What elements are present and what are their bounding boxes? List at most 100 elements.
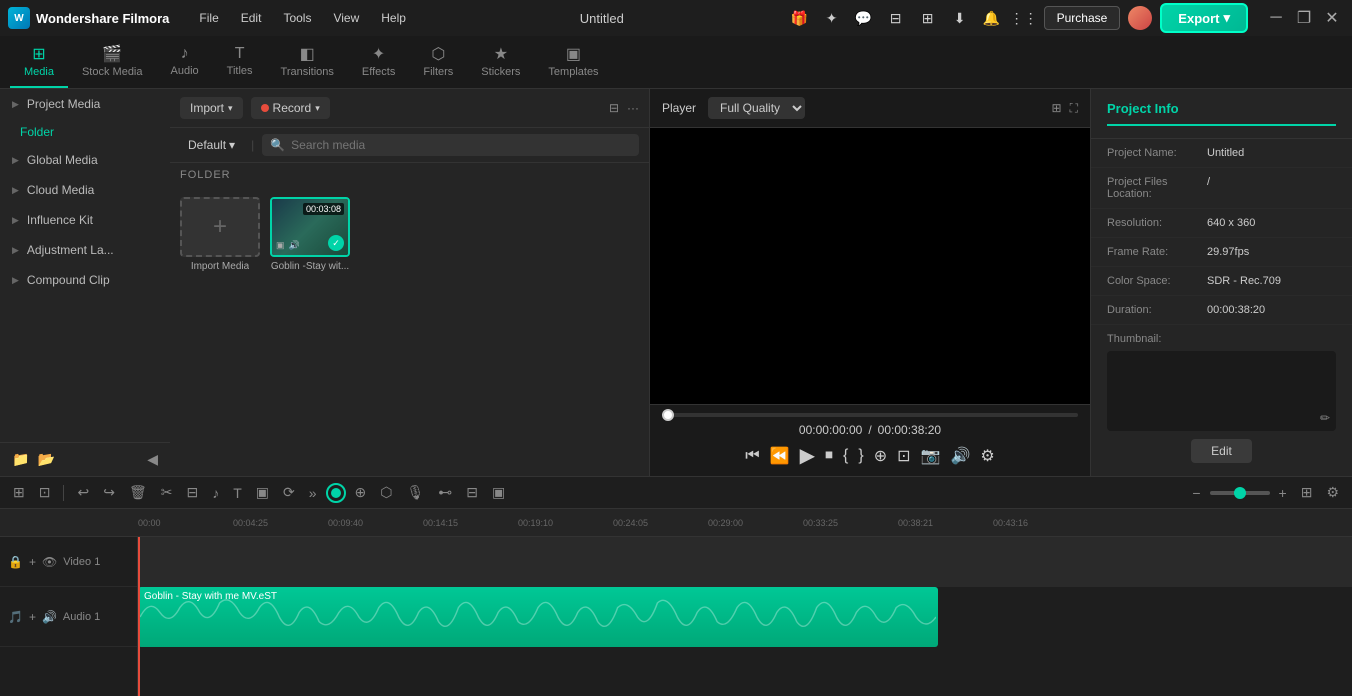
menu-edit[interactable]: Edit (231, 7, 272, 29)
import-thumb[interactable]: + (180, 197, 260, 257)
logo-icon: W (8, 7, 30, 29)
redo-icon[interactable]: ↪ (98, 481, 120, 504)
undo-icon[interactable]: ↩ (72, 481, 94, 504)
tab-audio[interactable]: ♪ Audio (157, 37, 213, 87)
tab-effects[interactable]: ✦ Effects (348, 36, 409, 88)
sidebar-item-adjustment-layer[interactable]: ▶ Adjustment La... (0, 235, 170, 265)
subtitle-icon[interactable]: ⊟ (461, 481, 483, 504)
marker-icon[interactable]: ⊷ (433, 481, 457, 504)
video-eye-icon[interactable]: 👁 (42, 555, 57, 569)
video-add-icon[interactable]: + (29, 555, 36, 569)
shield-icon[interactable]: ⬡ (375, 481, 397, 504)
video-lock-icon[interactable]: 🔒 (8, 555, 23, 569)
menu-help[interactable]: Help (371, 7, 416, 29)
menu-file[interactable]: File (189, 7, 228, 29)
settings-icon[interactable]: ⚙ (980, 446, 994, 466)
audio-lock-icon[interactable]: 🎵 (8, 610, 23, 624)
default-button[interactable]: Default ▾ (180, 134, 243, 156)
record-button[interactable]: Record ▾ (251, 97, 330, 119)
player-timeline-bar[interactable] (662, 413, 1078, 417)
sidebar-item-global-media[interactable]: ▶ Global Media (0, 145, 170, 175)
audio-clip[interactable]: Goblin - Stay with me MV.eST (138, 587, 938, 647)
add-to-clip-icon[interactable]: ⊡ (897, 446, 910, 466)
menu-tools[interactable]: Tools (273, 7, 321, 29)
audio-icon[interactable]: ♪ (207, 482, 224, 504)
mark-out-icon[interactable]: } (858, 447, 863, 465)
play-icon[interactable]: ▶ (800, 443, 815, 468)
zoom-in-icon[interactable]: + (1274, 482, 1292, 504)
minimize-panel-icon[interactable]: ⊟ (884, 6, 908, 30)
purchase-button[interactable]: Purchase (1044, 6, 1121, 30)
close-button[interactable]: ✕ (1320, 6, 1344, 30)
tab-stock-media[interactable]: 🎬 Stock Media (68, 36, 157, 88)
sidebar-item-compound-clip[interactable]: ▶ Compound Clip (0, 265, 170, 295)
tab-filters[interactable]: ⬡ Filters (409, 36, 467, 88)
notification-icon[interactable]: 🔔 (980, 6, 1004, 30)
ruler-mark-9: 00:43:16 (993, 518, 1088, 528)
more-icon[interactable]: ··· (627, 101, 639, 115)
split-audio-icon[interactable]: ⊕ (350, 481, 372, 504)
stop-icon[interactable]: ⏹ (825, 447, 833, 465)
grid-icon[interactable]: ⊞ (1296, 481, 1318, 504)
tab-titles[interactable]: T Titles (213, 37, 267, 87)
export-button[interactable]: Export ▾ (1160, 3, 1248, 33)
player-thumb[interactable] (662, 409, 674, 421)
snapshot-icon[interactable]: 📷 (921, 446, 941, 466)
thumbnail-edit-icon[interactable]: ✏ (1320, 411, 1330, 425)
mark-in-icon[interactable]: { (843, 447, 848, 465)
info-value-framerate: 29.97fps (1207, 246, 1249, 258)
skip-back-icon[interactable]: ⏮ (745, 447, 759, 465)
download-icon[interactable]: ⬇ (948, 6, 972, 30)
menu-view[interactable]: View (323, 7, 369, 29)
collapse-icon[interactable]: ◀ (147, 451, 158, 468)
avatar[interactable] (1128, 6, 1152, 30)
minimize-button[interactable]: ─ (1264, 6, 1288, 30)
sidebar-item-folder[interactable]: Folder (0, 119, 170, 145)
audio-mute-icon[interactable]: 🔊 (42, 610, 57, 624)
info-label-colorspace: Color Space: (1107, 275, 1207, 287)
add-track-icon[interactable]: ⊞ (8, 481, 30, 504)
maximize-button[interactable]: ❐ (1292, 6, 1316, 30)
tab-transitions[interactable]: ◧ Transitions (267, 36, 348, 88)
import-button[interactable]: Import ▾ (180, 97, 243, 119)
quality-select[interactable]: Full Quality 1/2 Quality 1/4 Quality (708, 97, 805, 119)
step-back-icon[interactable]: ⏪ (770, 446, 790, 466)
volume-icon[interactable]: 🔊 (950, 446, 970, 466)
sidebar-item-project-media[interactable]: ▶ Project Media (0, 89, 170, 119)
tab-media[interactable]: ⊞ Media (10, 36, 68, 88)
mic-icon[interactable]: 🎙 (401, 481, 429, 504)
filter-icon[interactable]: ⊟ (609, 101, 619, 115)
more-icon-tl[interactable]: » (304, 482, 322, 504)
tab-stickers[interactable]: ★ Stickers (467, 36, 534, 88)
fullscreen-icon[interactable]: ⛶ (1070, 101, 1078, 116)
sidebar-item-cloud-media[interactable]: ▶ Cloud Media (0, 175, 170, 205)
add-to-timeline-icon[interactable]: ⊕ (874, 446, 887, 466)
gift-icon[interactable]: 🎁 (788, 6, 812, 30)
add-folder-icon[interactable]: 📁 (12, 451, 29, 468)
audio-add-icon[interactable]: + (29, 610, 36, 624)
media-clip-item[interactable]: ▣ 🔊 00:03:08 ✓ Goblin -Stay wit... (270, 197, 350, 272)
remove-icon[interactable]: 📂 (37, 451, 54, 468)
split-view-icon[interactable]: ⊞ (1052, 101, 1062, 116)
cut-icon[interactable]: ✂ (156, 481, 178, 504)
expand-icon[interactable]: ⊞ (916, 6, 940, 30)
delete-icon[interactable]: 🗑 (124, 481, 152, 504)
zoom-out-icon[interactable]: − (1187, 482, 1205, 504)
timeline-record-button[interactable] (326, 483, 346, 503)
crop-icon[interactable]: ⊟ (181, 481, 203, 504)
magic-icon[interactable]: ✦ (820, 6, 844, 30)
zoom-slider[interactable] (1210, 491, 1270, 495)
search-input[interactable] (291, 138, 631, 152)
feedback-icon[interactable]: 💬 (852, 6, 876, 30)
edit-button[interactable]: Edit (1191, 439, 1252, 463)
settings-tl-icon[interactable]: ⚙ (1321, 481, 1344, 504)
sidebar-item-influence-kit[interactable]: ▶ Influence Kit (0, 205, 170, 235)
speed-icon[interactable]: ⟳ (278, 481, 300, 504)
text-icon[interactable]: T (228, 482, 247, 504)
apps-icon[interactable]: ⋮⋮ (1012, 6, 1036, 30)
pip-icon[interactable]: ▣ (487, 481, 510, 504)
import-media-item[interactable]: + Import Media (180, 197, 260, 272)
magnetic-icon[interactable]: ⊡ (34, 481, 56, 504)
mask-icon[interactable]: ▣ (251, 481, 274, 504)
tab-templates[interactable]: ▣ Templates (534, 36, 612, 88)
